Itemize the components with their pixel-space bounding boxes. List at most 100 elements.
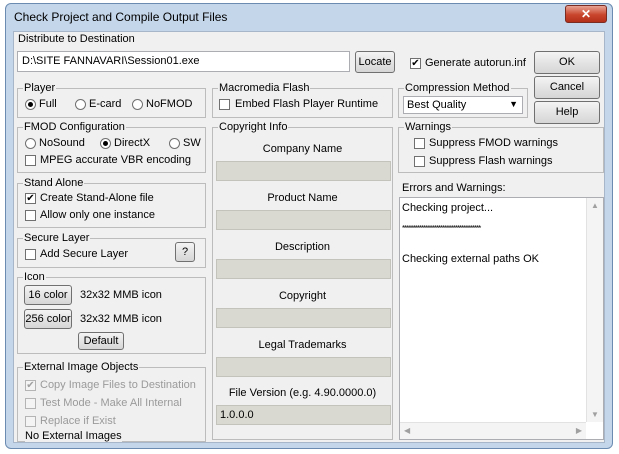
horizontal-scrollbar[interactable]: ◀ ▶ (400, 422, 586, 439)
file-version-label: File Version (e.g. 4.90.0000.0) (228, 387, 377, 399)
create-standalone-checkbox[interactable]: ✔ (25, 193, 36, 204)
player-ecard-label: E-card (89, 98, 122, 110)
company-name-label: Company Name (262, 143, 343, 155)
mpeg-vbr-label: MPEG accurate VBR encoding (40, 154, 192, 166)
radio-selected-dot (28, 102, 33, 107)
fmod-directx-radio[interactable] (100, 138, 111, 149)
cancel-button[interactable]: Cancel (534, 76, 600, 99)
suppress-fmod-label: Suppress FMOD warnings (429, 137, 558, 149)
standalone-group-title: Stand Alone (23, 177, 85, 189)
dialog-window: Check Project and Compile Output Files ✕… (5, 3, 613, 449)
copy-images-label: Copy Image Files to Destination (40, 379, 196, 391)
icon-256-color-label: 256 color (25, 313, 71, 325)
add-secure-layer-label: Add Secure Layer (40, 248, 129, 260)
fmod-group-title: FMOD Configuration (23, 121, 126, 133)
copyright-group-title: Copyright Info (218, 121, 289, 133)
file-version-field[interactable]: 1.0.0.0 (216, 405, 391, 425)
help-button[interactable]: Help (534, 101, 600, 124)
chevron-down-icon: ▼ (509, 99, 518, 109)
icon-16-color-button[interactable]: 16 color (24, 285, 72, 305)
player-group: Player Full E-card NoFMOD (17, 82, 206, 118)
scroll-left-icon[interactable]: ◀ (404, 426, 410, 435)
close-icon: ✕ (580, 7, 592, 21)
fmod-directx-label: DirectX (114, 137, 151, 149)
dialog-client-area: Distribute to Destination D:\SITE FANNAV… (13, 31, 605, 443)
legal-trademarks-field[interactable] (216, 357, 391, 377)
title-bar[interactable]: Check Project and Compile Output Files ✕ (6, 4, 612, 30)
check-icon: ✔ (411, 58, 420, 69)
icon-group-title: Icon (23, 271, 46, 283)
window-title: Check Project and Compile Output Files (14, 10, 228, 24)
suppress-fmod-checkbox[interactable] (414, 138, 425, 149)
player-full-label: Full (39, 98, 57, 110)
icon-256-color-button[interactable]: 256 color (24, 309, 72, 329)
legal-trademarks-label: Legal Trademarks (258, 339, 347, 351)
flash-group: Macromedia Flash Embed Flash Player Runt… (212, 82, 393, 118)
player-nofmod-label: NoFMOD (146, 98, 193, 110)
standalone-group: Stand Alone ✔ Create Stand-Alone file Al… (17, 177, 206, 228)
warnings-group-title: Warnings (404, 121, 453, 133)
icon-16-color-label: 16 color (28, 289, 68, 301)
scroll-right-icon[interactable]: ▶ (576, 426, 582, 435)
warnings-group: Warnings Suppress FMOD warnings Suppress… (398, 121, 604, 173)
replace-if-exist-label: Replace if Exist (40, 415, 116, 427)
distribute-label: Distribute to Destination (18, 33, 135, 45)
copy-images-checkbox[interactable]: ✔ (25, 380, 36, 391)
copyright-field[interactable] (216, 308, 391, 328)
replace-if-exist-checkbox[interactable] (25, 416, 36, 427)
help-button-label: Help (555, 106, 579, 118)
error-line: ************************************* (402, 224, 481, 233)
flash-group-title: Macromedia Flash (218, 82, 311, 94)
fmod-nosound-radio[interactable] (25, 138, 36, 149)
add-secure-layer-checkbox[interactable] (25, 249, 36, 260)
vertical-scrollbar[interactable]: ▲ ▼ (586, 198, 603, 422)
destination-path-value: D:\SITE FANNAVARI\Session01.exe (22, 55, 200, 67)
ok-button[interactable]: OK (534, 51, 600, 74)
copyright-group: Copyright Info Company Name Product Name… (212, 121, 393, 440)
player-nofmod-radio[interactable] (132, 99, 143, 110)
destination-path-field[interactable]: D:\SITE FANNAVARI\Session01.exe (17, 51, 350, 72)
locate-button[interactable]: Locate (355, 51, 395, 73)
fmod-sw-label: SW (183, 137, 201, 149)
test-mode-checkbox[interactable] (25, 398, 36, 409)
product-name-label: Product Name (267, 192, 338, 204)
create-standalone-label: Create Stand-Alone file (40, 192, 154, 204)
compression-select[interactable]: Best Quality ▼ (403, 96, 523, 114)
scroll-up-icon[interactable]: ▲ (591, 201, 599, 210)
scroll-down-icon[interactable]: ▼ (591, 410, 599, 419)
check-icon: ✔ (26, 193, 35, 204)
fmod-sw-radio[interactable] (169, 138, 180, 149)
one-instance-checkbox[interactable] (25, 210, 36, 221)
compression-group: Compression Method Best Quality ▼ (398, 82, 528, 118)
description-label: Description (274, 241, 331, 253)
suppress-flash-checkbox[interactable] (414, 156, 425, 167)
ok-button-label: OK (559, 56, 575, 68)
company-name-field[interactable] (216, 161, 391, 181)
embed-flash-checkbox[interactable] (219, 99, 230, 110)
player-full-radio[interactable] (25, 99, 36, 110)
icon-group: Icon 16 color 32x32 MMB icon 256 color 3… (17, 271, 206, 354)
secure-layer-group: Secure Layer Add Secure Layer ? (17, 232, 206, 268)
autorun-label: Generate autorun.inf (425, 57, 526, 69)
errors-warnings-listbox[interactable]: Checking project... ********************… (399, 197, 604, 440)
close-button[interactable]: ✕ (565, 5, 607, 23)
icon-256-desc: 32x32 MMB icon (80, 313, 162, 325)
player-ecard-radio[interactable] (75, 99, 86, 110)
one-instance-label: Allow only one instance (40, 209, 155, 221)
cancel-button-label: Cancel (549, 81, 585, 93)
compression-selected-value: Best Quality (407, 99, 467, 111)
compression-group-title: Compression Method (404, 82, 511, 94)
icon-default-label: Default (83, 335, 119, 347)
mpeg-vbr-checkbox[interactable] (25, 155, 36, 166)
description-field[interactable] (216, 259, 391, 279)
check-icon: ✔ (26, 380, 35, 391)
secure-help-label: ? (181, 246, 189, 258)
error-line: Checking external paths OK (402, 253, 539, 265)
external-images-status: No External Images (25, 430, 122, 442)
autorun-checkbox[interactable]: ✔ (410, 58, 421, 69)
product-name-field[interactable] (216, 210, 391, 230)
copyright-label: Copyright (278, 290, 327, 302)
icon-default-button[interactable]: Default (78, 332, 124, 350)
secure-help-button[interactable]: ? (175, 242, 195, 262)
errors-warnings-label: Errors and Warnings: (402, 182, 506, 194)
